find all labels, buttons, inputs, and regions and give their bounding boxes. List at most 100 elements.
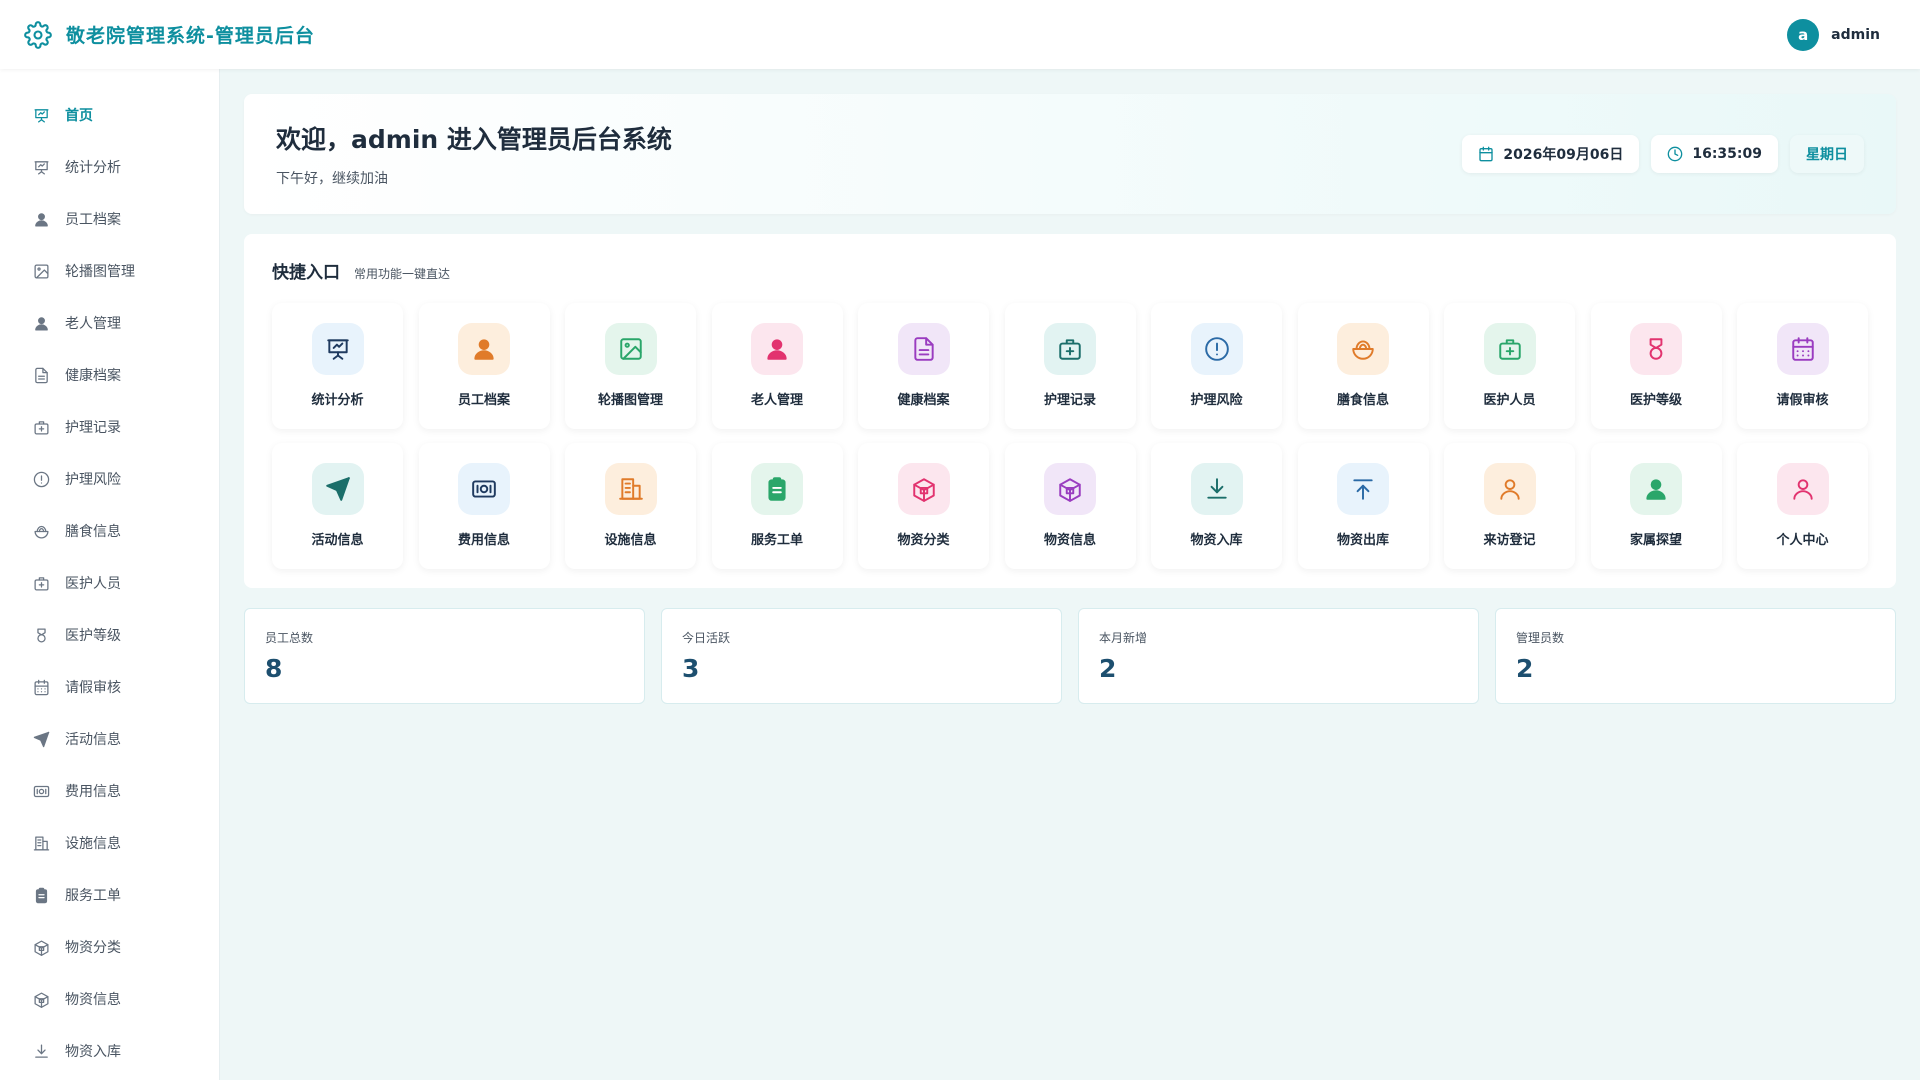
quick-entry-tile[interactable]: 设施信息 <box>565 443 696 569</box>
quick-entry-panel: 快捷入口 常用功能一键直达 统计分析 员工档案 轮播图管理 老人管理 健康档案 护理记录 护… <box>244 234 1896 588</box>
upload-icon <box>1337 463 1389 515</box>
quick-entry-tile[interactable]: 医护人员 <box>1444 303 1575 429</box>
stats-row: 员工总数 8 今日活跃 3 本月新增 2 管理员数 2 <box>244 608 1896 704</box>
top-header: 敬老院管理系统-管理员后台 a admin <box>0 0 1920 69</box>
quick-entry-label: 员工档案 <box>457 393 510 408</box>
sidebar-item[interactable]: 员工档案 <box>0 193 219 245</box>
clipboard-icon <box>751 463 803 515</box>
sidebar-item[interactable]: 首页 <box>0 89 219 141</box>
sidebar-item-label: 活动信息 <box>65 732 121 748</box>
presentation-icon <box>33 159 50 176</box>
user-icon <box>33 211 50 228</box>
sidebar-item[interactable]: 膳食信息 <box>0 505 219 557</box>
quick-entry-label: 护理记录 <box>1043 393 1096 408</box>
quick-entry-tile[interactable]: 来访登记 <box>1444 443 1575 569</box>
sidebar-item[interactable]: 物资信息 <box>0 973 219 1025</box>
sidebar-item-label: 设施信息 <box>65 836 121 852</box>
quick-entry-label: 轮播图管理 <box>597 393 663 408</box>
quick-entry-label: 家属探望 <box>1629 533 1682 548</box>
building-icon <box>33 835 50 852</box>
sidebar-item[interactable]: 物资入库 <box>0 1025 219 1077</box>
quick-entry-label: 物资分类 <box>897 533 950 548</box>
quick-entry-tile[interactable]: 请假审核 <box>1737 303 1868 429</box>
money-icon <box>33 783 50 800</box>
quick-entry-tile[interactable]: 轮播图管理 <box>565 303 696 429</box>
quick-entry-tile[interactable]: 健康档案 <box>858 303 989 429</box>
quick-entry-tile[interactable]: 统计分析 <box>272 303 403 429</box>
weekday-chip: 星期日 <box>1790 135 1864 173</box>
sidebar-item[interactable]: 请假审核 <box>0 661 219 713</box>
sidebar-item[interactable]: 健康档案 <box>0 349 219 401</box>
welcome-title: 欢迎，admin 进入管理员后台系统 <box>276 125 672 154</box>
sidebar-item[interactable]: 老人管理 <box>0 297 219 349</box>
date-chip: 2026年09月06日 <box>1462 135 1640 173</box>
user-menu[interactable]: a admin <box>1787 18 1880 51</box>
quick-entry-tile[interactable]: 个人中心 <box>1737 443 1868 569</box>
building-icon <box>604 463 657 515</box>
sidebar-item[interactable]: 医护人员 <box>0 557 219 609</box>
brand[interactable]: 敬老院管理系统-管理员后台 <box>24 20 315 49</box>
presentation-icon <box>33 107 50 124</box>
user-icon <box>751 323 803 375</box>
username[interactable]: admin <box>1831 27 1880 43</box>
welcome-banner: 欢迎，admin 进入管理员后台系统 下午好，继续加油 2026年09月06日 … <box>244 94 1896 214</box>
document-icon <box>897 323 950 375</box>
sidebar-item[interactable]: 统计分析 <box>0 141 219 193</box>
sidebar-item[interactable]: 轮播图管理 <box>0 245 219 297</box>
quick-entry-tile[interactable]: 物资入库 <box>1151 443 1282 569</box>
sidebar-item-label: 老人管理 <box>65 316 121 332</box>
stat-value: 2 <box>1099 654 1117 683</box>
avatar[interactable]: a <box>1787 18 1820 51</box>
quick-entry-tile[interactable]: 老人管理 <box>711 303 843 429</box>
sidebar-item[interactable]: 活动信息 <box>0 713 219 765</box>
sidebar-item[interactable]: 护理风险 <box>0 453 219 505</box>
sidebar-item-label: 护理记录 <box>65 420 121 436</box>
quick-entry-label: 医护人员 <box>1483 393 1536 408</box>
main-content: 欢迎，admin 进入管理员后台系统 下午好，继续加油 2026年09月06日 … <box>244 94 1896 704</box>
sidebar: 首页 统计分析 员工档案 轮播图管理老人管理健康档案护理记录护理风险 膳食信息医护人员医… <box>0 69 220 1080</box>
gear-icon <box>24 20 52 49</box>
user-icon <box>33 315 50 332</box>
sidebar-item[interactable]: 费用信息 <box>0 765 219 817</box>
stat-value: 2 <box>1516 654 1534 683</box>
sidebar-item-label: 医护人员 <box>65 576 121 592</box>
sidebar-item[interactable]: 设施信息 <box>0 817 219 869</box>
quick-entry-label: 健康档案 <box>897 393 950 408</box>
sidebar-item[interactable]: 护理记录 <box>0 401 219 453</box>
quick-entry-tile[interactable]: 护理记录 <box>1004 303 1136 429</box>
quick-entry-tile[interactable]: 服务工单 <box>711 443 843 569</box>
document-icon <box>33 367 50 384</box>
sidebar-item[interactable]: 医护等级 <box>0 609 219 661</box>
clock-icon <box>1667 146 1683 162</box>
image-icon <box>33 263 50 280</box>
quick-entry-tile[interactable]: 活动信息 <box>272 443 403 569</box>
quick-entry-label: 个人中心 <box>1776 533 1829 548</box>
quick-entry-label: 设施信息 <box>604 533 657 548</box>
bowl-icon <box>1337 323 1389 375</box>
quick-entry-tile[interactable]: 膳食信息 <box>1297 303 1429 429</box>
quick-entry-subtitle: 常用功能一键直达 <box>354 267 451 281</box>
send-icon <box>311 463 364 515</box>
quick-entry-tile[interactable]: 医护等级 <box>1590 303 1722 429</box>
quick-entry-label: 物资信息 <box>1043 533 1096 548</box>
package-icon <box>33 991 50 1008</box>
sidebar-item-label: 物资分类 <box>65 940 121 956</box>
welcome-subtitle: 下午好，继续加油 <box>276 171 388 187</box>
sidebar-item[interactable]: 物资分类 <box>0 921 219 973</box>
sidebar-item[interactable]: 服务工单 <box>0 869 219 921</box>
stat-card: 管理员数 2 <box>1495 608 1896 704</box>
quick-entry-grid: 统计分析 员工档案 轮播图管理 老人管理 健康档案 护理记录 护理风险 膳食信息 医护人员 医护等… <box>272 303 1868 569</box>
quick-entry-tile[interactable]: 物资分类 <box>858 443 989 569</box>
quick-entry-tile[interactable]: 员工档案 <box>418 303 550 429</box>
stat-label: 今日活跃 <box>682 631 731 645</box>
quick-entry-label: 来访登记 <box>1483 533 1536 548</box>
quick-entry-tile[interactable]: 护理风险 <box>1151 303 1282 429</box>
sidebar-item-label: 健康档案 <box>65 368 121 384</box>
quick-entry-tile[interactable]: 物资出库 <box>1297 443 1429 569</box>
download-icon <box>1190 463 1243 515</box>
quick-entry-tile[interactable]: 费用信息 <box>418 443 550 569</box>
stat-label: 本月新增 <box>1099 631 1148 645</box>
quick-entry-tile[interactable]: 物资信息 <box>1004 443 1136 569</box>
quick-entry-tile[interactable]: 家属探望 <box>1590 443 1722 569</box>
alert-circle-icon <box>1190 323 1243 375</box>
